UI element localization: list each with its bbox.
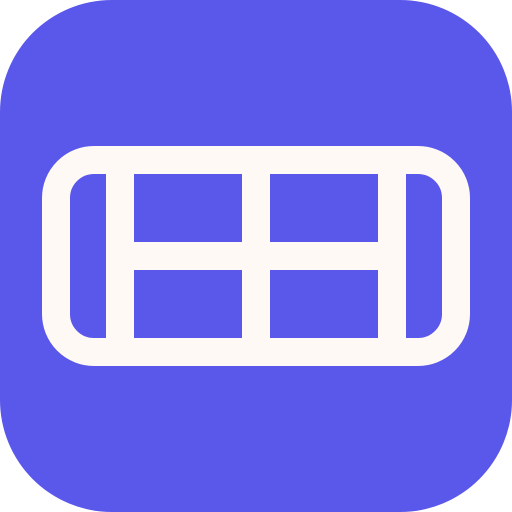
grid-table-icon [42, 146, 470, 366]
app-icon[interactable] [0, 0, 512, 512]
